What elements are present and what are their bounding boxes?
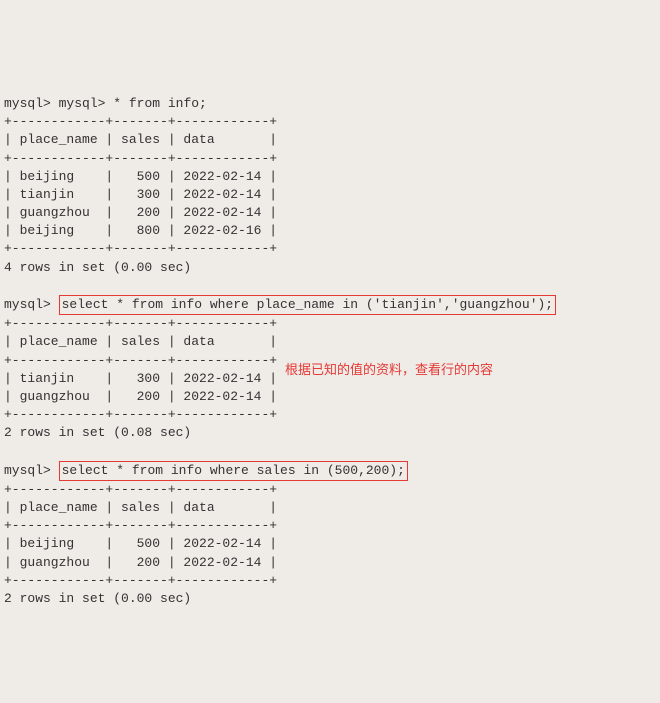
divider: +------------+-------+------------+ [4,518,277,533]
annotation-text: 根据已知的值的资料，查看行的内容 [285,361,493,379]
table-header: | place_name | sales | data | [4,132,277,147]
result-footer: 4 rows in set (0.00 sec) [4,260,191,275]
table-row: | beijing | 500 | 2022-02-14 | [4,169,277,184]
divider: +------------+-------+------------+ [4,316,277,331]
table-row: | guangzhou | 200 | 2022-02-14 | [4,555,277,570]
divider: +------------+-------+------------+ [4,482,277,497]
table-row: | guangzhou | 200 | 2022-02-14 | [4,205,277,220]
divider: +------------+-------+------------+ [4,407,277,422]
table-row: | beijing | 800 | 2022-02-16 | [4,223,277,238]
table-header: | place_name | sales | data | [4,334,277,349]
prompt-line: mysql> select * from info where sales in… [4,463,408,478]
table-row: | tianjin | 300 | 2022-02-14 | [4,371,277,386]
terminal-output: mysql> mysql> * from info; +------------… [0,73,660,612]
prompt-line: mysql> mysql> * from info; [4,96,207,111]
query-highlight: select * from info where sales in (500,2… [59,461,408,481]
table-row: | guangzhou | 200 | 2022-02-14 | [4,389,277,404]
query-highlight: select * from info where place_name in (… [59,295,556,315]
divider: +------------+-------+------------+ [4,151,277,166]
prompt-line: mysql> select * from info where place_na… [4,297,556,312]
divider: +------------+-------+------------+ [4,573,277,588]
divider: +------------+-------+------------+ [4,241,277,256]
result-footer: 2 rows in set (0.08 sec) [4,425,191,440]
table-with-annotation: +------------+-------+------------+ | pl… [4,315,656,424]
table-header: | place_name | sales | data | [4,500,277,515]
table-row: | tianjin | 300 | 2022-02-14 | [4,187,277,202]
result-footer: 2 rows in set (0.00 sec) [4,591,191,606]
divider: +------------+-------+------------+ [4,353,277,368]
table-row: | beijing | 500 | 2022-02-14 | [4,536,277,551]
divider: +------------+-------+------------+ [4,114,277,129]
